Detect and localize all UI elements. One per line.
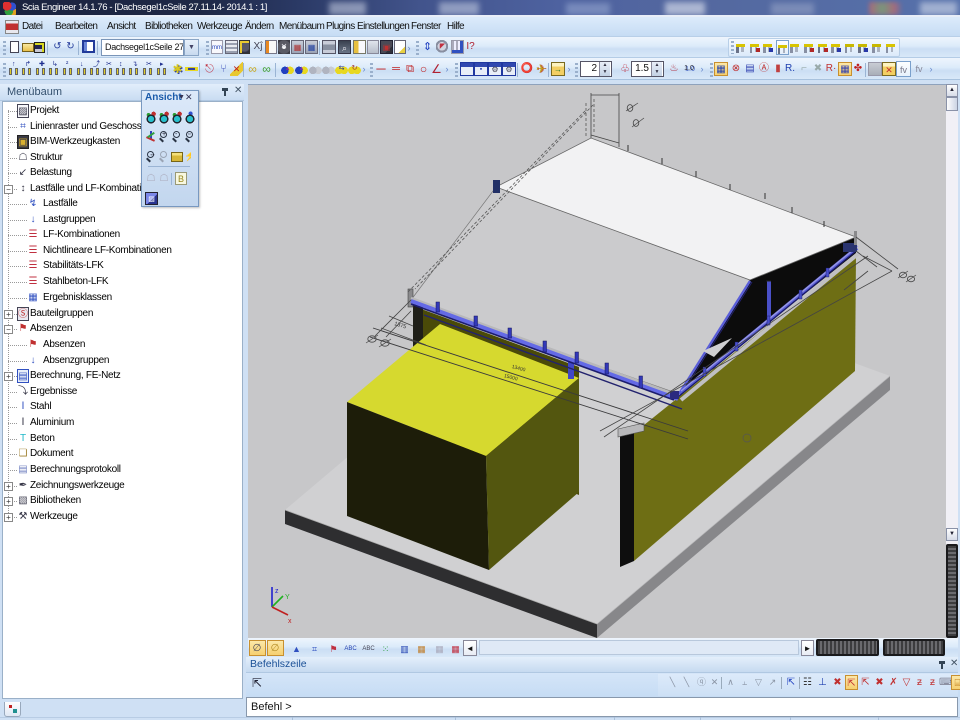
svg-text:z: z: [275, 588, 279, 595]
svg-text:x: x: [288, 618, 292, 625]
svg-text:Y: Y: [285, 594, 290, 601]
